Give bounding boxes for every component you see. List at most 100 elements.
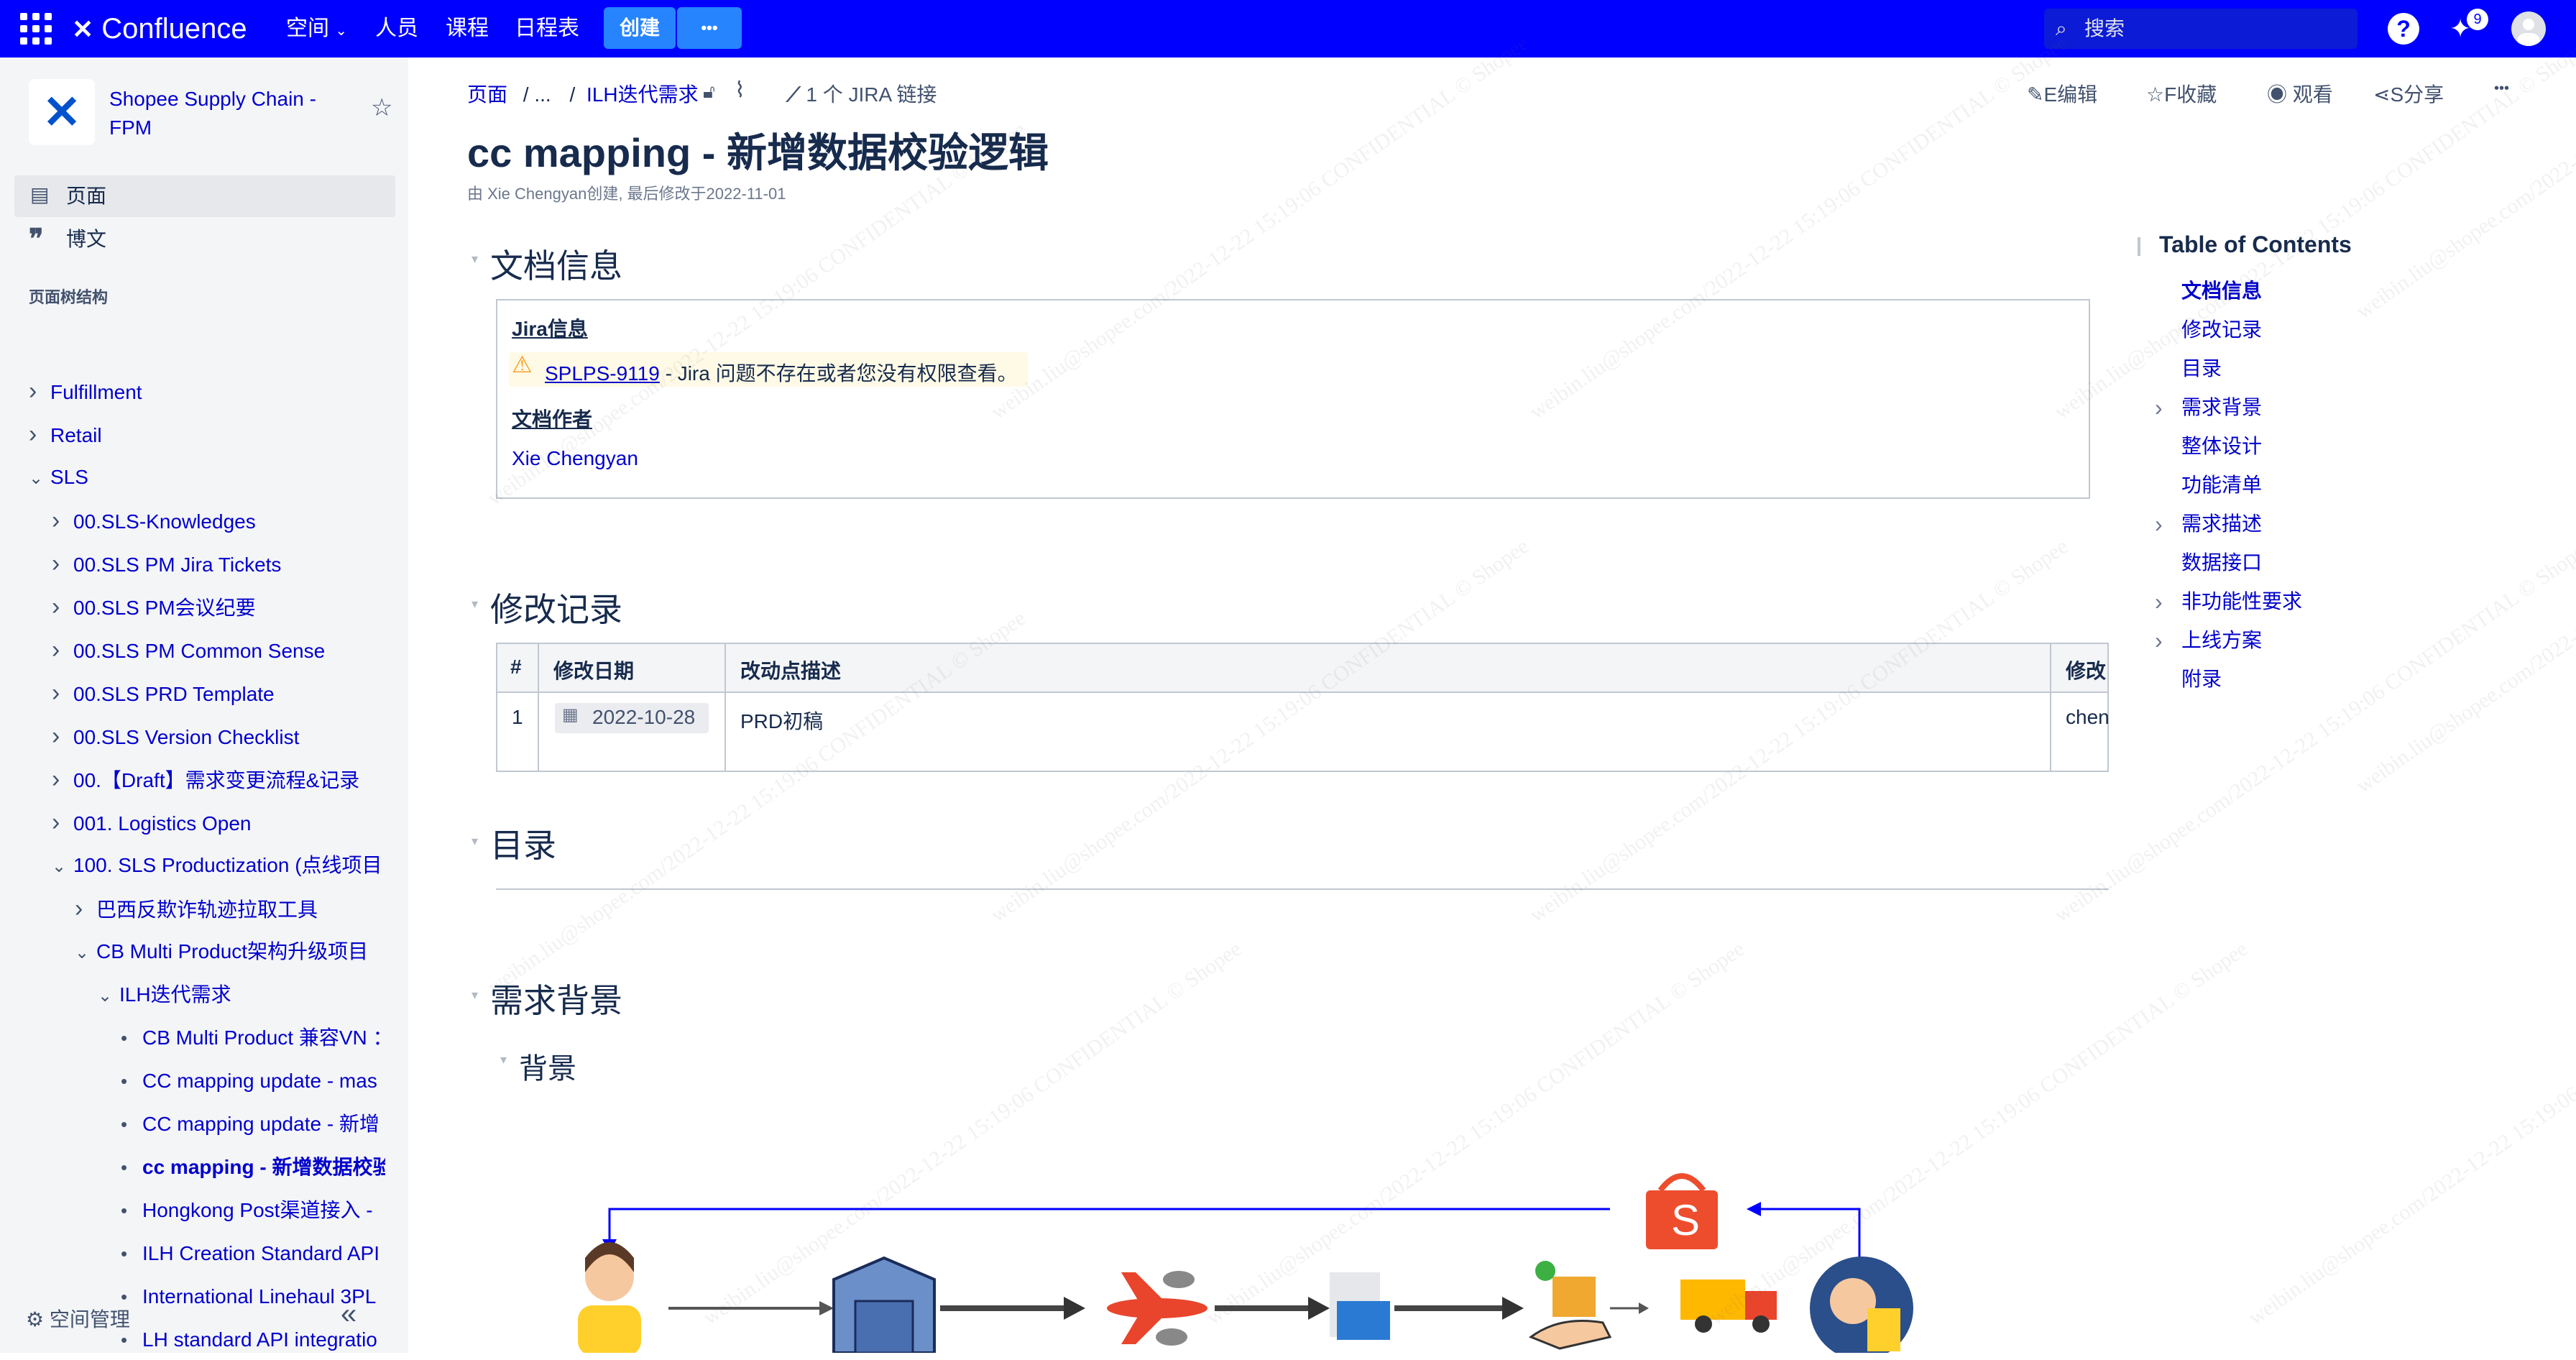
tree-item[interactable]: › 巴西反欺诈轨迹拉取工具 (75, 888, 385, 929)
tree-item[interactable]: ⌄ SLS (29, 457, 385, 497)
chevron-right-icon[interactable]: › (52, 587, 73, 627)
toc-item[interactable]: 非功能性要求 (2181, 582, 2302, 621)
create-button[interactable]: 创建 (604, 7, 676, 49)
table-cell-modifier: chen (2066, 706, 2109, 728)
search-input[interactable]: ⌕ 搜索 (2044, 9, 2358, 49)
nav-spaces[interactable]: 空间 ⌄ (286, 0, 347, 58)
tree-item[interactable]: › Fulfillment (29, 371, 385, 411)
toc-item[interactable]: 需求背景 (2181, 388, 2262, 427)
tree-item[interactable]: › 00.SLS Version Checklist (52, 716, 385, 756)
tree-item[interactable]: • cc mapping - 新增数据校验 (121, 1147, 385, 1187)
edit-button[interactable]: ✎E编辑 (2027, 79, 2097, 108)
nav-blog[interactable]: ❞ 博文 (14, 219, 395, 260)
shopee-bag-icon: S (1646, 1173, 1718, 1249)
chevron-right-icon[interactable]: › (75, 888, 96, 929)
svg-text:S: S (1671, 1196, 1700, 1244)
tree-item[interactable]: ⌄ ILH迭代需求 (98, 975, 385, 1015)
collapse-toggle[interactable]: ▾ (500, 1052, 507, 1067)
chevron-down-icon[interactable]: ⌄ (52, 847, 73, 886)
bullet-icon[interactable]: • (121, 1147, 142, 1187)
tree-item-label: cc mapping - 新增数据校验 (142, 1156, 385, 1178)
lock-icon[interactable]: 🔓︎ (703, 81, 715, 104)
tree-item[interactable]: • CC mapping update - 新增 (121, 1104, 385, 1144)
confluence-logo[interactable]: ✕ Confluence (72, 0, 247, 58)
collapse-sidebar-button[interactable]: « (341, 1298, 356, 1331)
avatar-icon[interactable] (2511, 12, 2546, 46)
toc-item[interactable]: 整体设计 (2181, 427, 2262, 466)
breadcrumb-pages[interactable]: 页面 (467, 83, 507, 106)
tree-item[interactable]: • CB Multi Product 兼容VN ： (121, 1018, 385, 1058)
favourite-button[interactable]: ☆F收藏 (2146, 79, 2217, 108)
collapse-toggle[interactable]: ▾ (472, 597, 478, 612)
space-name[interactable]: Shopee Supply Chain - FPM (109, 85, 346, 142)
attachment-icon[interactable]: ⌇ (735, 78, 745, 103)
tree-item-label: 100. SLS Productization (点线项目 (73, 854, 382, 876)
chevron-down-icon: ⌄ (335, 23, 348, 39)
chevron-right-icon[interactable]: › (29, 414, 50, 454)
tree-item[interactable]: › 00.SLS PM会议纪要 (52, 587, 385, 627)
toc-item[interactable]: 功能清单 (2181, 466, 2262, 505)
collapse-toggle[interactable]: ▾ (472, 252, 478, 267)
tree-item[interactable]: › 00.SLS-Knowledges (52, 500, 385, 541)
toc-item[interactable]: 上线方案 (2181, 621, 2262, 660)
tree-item[interactable]: › 001. Logistics Open (52, 802, 385, 842)
toc-item[interactable]: 附录 (2181, 660, 2222, 699)
tree-item[interactable]: • Hongkong Post渠道接入 - (121, 1190, 385, 1231)
toc-item[interactable]: 需求描述 (2181, 505, 2262, 543)
chevron-right-icon[interactable]: › (2155, 621, 2163, 660)
breadcrumb-ilh[interactable]: ILH迭代需求 (586, 83, 699, 106)
bullet-icon[interactable]: • (121, 1190, 142, 1231)
watch-button[interactable]: ◉ 观看 (2267, 79, 2333, 108)
create-more-button[interactable]: ••• (677, 7, 742, 49)
chevron-right-icon[interactable]: › (52, 500, 73, 541)
chevron-down-icon[interactable]: ⌄ (29, 459, 50, 497)
nav-calendar[interactable]: 日程表 (515, 0, 579, 58)
chevron-right-icon[interactable]: › (52, 630, 73, 670)
toc-item[interactable]: 目录 (2181, 349, 2222, 388)
apps-grid-icon[interactable] (20, 13, 52, 45)
nav-courses[interactable]: 课程 (446, 0, 489, 58)
chevron-right-icon[interactable]: › (29, 371, 50, 411)
tree-item[interactable]: › 00.SLS PRD Template (52, 673, 385, 713)
bullet-icon[interactable]: • (121, 1104, 142, 1144)
tree-item[interactable]: › 00.SLS PM Jira Tickets (52, 543, 385, 584)
nav-people[interactable]: 人员 (375, 0, 418, 58)
tree-item[interactable]: • CC mapping update - mas (121, 1061, 385, 1101)
tree-item[interactable]: › Retail (29, 414, 385, 454)
collapse-toggle[interactable]: ▾ (472, 988, 478, 1003)
tree-item[interactable]: › 00.SLS PM Common Sense (52, 630, 385, 670)
watch-label: 观看 (2292, 83, 2333, 106)
bullet-icon[interactable]: • (121, 1061, 142, 1101)
chevron-right-icon[interactable]: › (52, 716, 73, 756)
help-icon[interactable]: ? (2388, 13, 2419, 45)
section-toc: 目录 (490, 827, 556, 864)
tree-item[interactable]: • ILH Creation Standard API (121, 1233, 385, 1274)
jira-links[interactable]: ⟋ 1 个 JIRA 链接 (786, 79, 937, 108)
space-logo[interactable]: ✕ (29, 79, 95, 145)
breadcrumb-ellipsis[interactable]: / ... (523, 83, 551, 106)
chevron-right-icon[interactable]: › (52, 759, 73, 799)
tree-item[interactable]: ⌄ CB Multi Product架构升级项目 (75, 932, 385, 972)
toc-item[interactable]: 数据接口 (2181, 543, 2262, 582)
chevron-right-icon[interactable]: › (2155, 388, 2163, 427)
chevron-right-icon[interactable]: › (2155, 582, 2163, 621)
chevron-right-icon[interactable]: › (52, 673, 73, 713)
nav-pages[interactable]: ▤ 页面 (14, 175, 395, 217)
tree-item-label: CC mapping update - 新增 (142, 1113, 380, 1135)
section-revisions: 修改记录 (490, 591, 622, 628)
chevron-right-icon[interactable]: › (2155, 505, 2163, 543)
share-button[interactable]: ⋖S分享 (2373, 79, 2444, 108)
star-icon: ☆ (2146, 83, 2165, 106)
space-admin[interactable]: ⚙ 空间管理 (26, 1304, 130, 1333)
chevron-right-icon[interactable]: › (52, 802, 73, 842)
tree-item-label: CB Multi Product架构升级项目 (96, 940, 369, 962)
chevron-down-icon[interactable]: ⌄ (98, 976, 119, 1015)
tree-item[interactable]: ⌄ 100. SLS Productization (点线项目 (52, 845, 385, 886)
tree-item[interactable]: › 00.【Draft】需求变更流程&记录 (52, 759, 385, 799)
chevron-right-icon[interactable]: › (52, 543, 73, 584)
chevron-down-icon[interactable]: ⌄ (75, 933, 96, 972)
bullet-icon[interactable]: • (121, 1233, 142, 1274)
bullet-icon[interactable]: • (121, 1018, 142, 1058)
collapse-toggle[interactable]: ▾ (472, 834, 478, 849)
star-icon[interactable]: ☆ (371, 93, 392, 122)
